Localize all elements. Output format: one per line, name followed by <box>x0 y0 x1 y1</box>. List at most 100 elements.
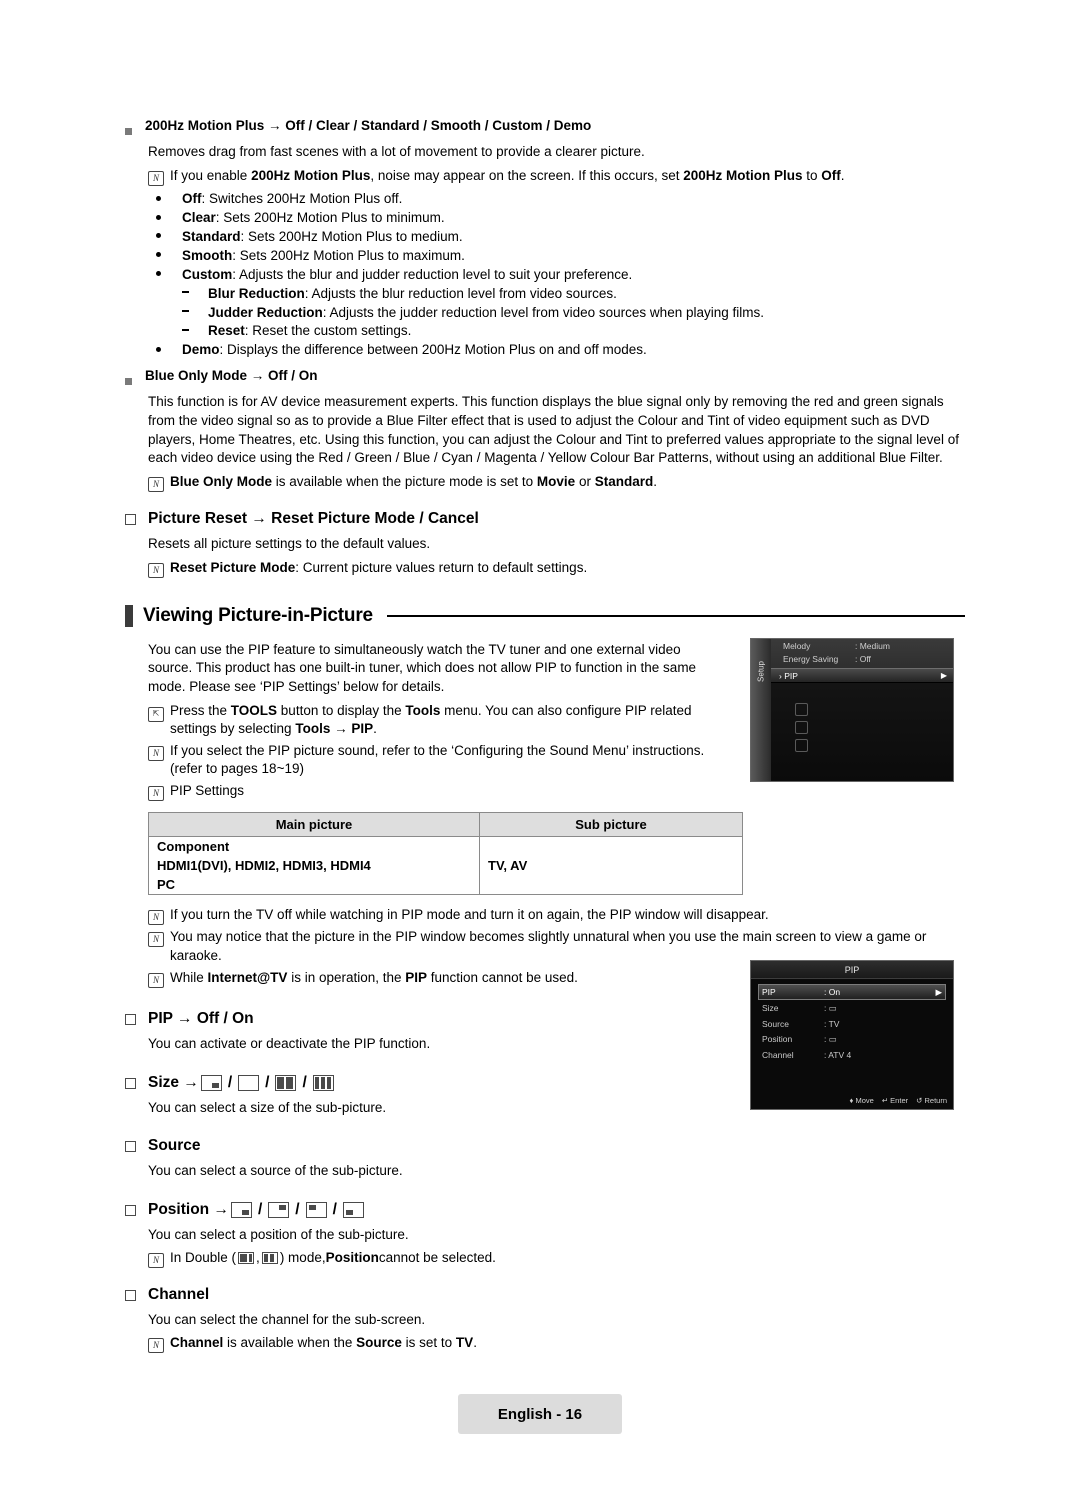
osd-menu: Melody : Medium Energy Saving : Off › PI… <box>771 639 953 781</box>
note-text: Press the TOOLS button to display the To… <box>170 702 692 737</box>
osd-row-key: PIP <box>762 986 776 997</box>
osd-row-key: Size <box>762 1002 779 1013</box>
open-square-bullet-icon <box>125 1286 148 1304</box>
channel-body: You can select the channel for the sub-s… <box>148 1312 426 1328</box>
osd-row-value: : ▭ <box>824 1002 837 1013</box>
open-square-bullet-icon <box>125 1074 148 1092</box>
note-text: If you select the PIP picture sound, ref… <box>170 742 705 777</box>
osd-setup-tab: Setup <box>751 639 771 781</box>
osd-icon <box>795 703 808 716</box>
sub-heading-source: Source <box>125 1137 965 1155</box>
section-blue-only-heading: Blue Only Mode → Off / On <box>125 368 965 388</box>
dash-bullet-icon <box>174 285 208 304</box>
dot-bullet-icon <box>148 209 182 228</box>
list-item: Standard: Sets 200Hz Motion Plus to medi… <box>148 228 965 247</box>
sub-list-item-text: Reset: Reset the custom settings. <box>208 323 412 339</box>
size-option-double2-icon <box>275 1074 297 1091</box>
note-icon: N <box>148 1334 170 1354</box>
open-square-bullet-icon <box>125 1010 148 1028</box>
note-pip-settings: N PIP Settings <box>148 782 725 802</box>
osd-pip-row-position[interactable]: Position : ▭ <box>758 1031 946 1047</box>
note-text: Reset Picture Mode: Current picture valu… <box>170 560 588 576</box>
page-number-label: English - 16 <box>497 1405 583 1423</box>
osd-row-key: Energy Saving <box>783 654 839 664</box>
osd-pip-row-source[interactable]: Source : TV <box>758 1016 946 1031</box>
note-icon: N <box>148 167 170 187</box>
square-bullet-icon <box>125 118 145 138</box>
sub-list-item: Judder Reduction: Adjusts the judder red… <box>174 304 965 323</box>
sub-list-item-text: Judder Reduction: Adjusts the judder red… <box>208 304 764 320</box>
size-option-double3-icon <box>312 1074 334 1091</box>
sub-heading-channel: Channel <box>125 1286 965 1304</box>
double2-icon <box>238 1251 255 1264</box>
section-title-text: Viewing Picture-in-Picture <box>143 604 373 626</box>
osd-row-key: Channel <box>762 1049 794 1060</box>
osd-row-value: : On <box>824 986 841 997</box>
position-bottom-right-icon <box>230 1202 252 1219</box>
osd-screenshot-pip: PIP PIP : On ▶ Size : ▭ Source : TV Posi… <box>750 960 954 1110</box>
section-title-marker <box>125 604 133 627</box>
position-bottom-left-icon <box>342 1202 364 1219</box>
note-text: Channel is available when the Source is … <box>170 1334 477 1350</box>
osd-pip-footer: ♦ Move ↵ Enter ↺ Return <box>850 1096 947 1105</box>
section-200hz-heading: 200Hz Motion Plus → Off / Clear / Standa… <box>125 118 965 138</box>
position-label: Position → <box>148 1201 229 1219</box>
osd-pip-row-size[interactable]: Size : ▭ <box>758 1000 946 1016</box>
note-text: Blue Only Mode is available when the pic… <box>170 473 657 489</box>
sub-heading-text: Channel <box>148 1286 210 1304</box>
sub-heading-text: Position → / / / <box>148 1201 366 1219</box>
note-icon: N <box>148 928 170 948</box>
document-page: 200Hz Motion Plus → Off / Clear / Standa… <box>0 0 1080 1488</box>
list-item: Demo: Displays the difference between 20… <box>148 341 965 360</box>
list-item-text: Clear: Sets 200Hz Motion Plus to minimum… <box>182 210 445 226</box>
osd-pip-row-channel[interactable]: Channel : ATV 4 <box>758 1047 946 1062</box>
sub-heading-picture-reset: Picture Reset → Reset Picture Mode / Can… <box>125 510 965 528</box>
dot-bullet-icon <box>148 190 182 209</box>
note-pip-off-on: N If you turn the TV off while watching … <box>148 906 965 926</box>
section-divider <box>386 614 965 617</box>
dot-bullet-icon <box>148 341 182 360</box>
osd-row-melody: Melody : Medium <box>771 639 953 652</box>
source-body: You can select a source of the sub-pictu… <box>148 1163 403 1179</box>
open-square-bullet-icon <box>125 1137 148 1155</box>
dot-bullet-icon <box>148 266 182 285</box>
size-option-large-icon <box>238 1074 260 1091</box>
osd-pip-row-pip[interactable]: PIP : On ▶ <box>758 984 946 1000</box>
note-icon: N <box>148 742 170 762</box>
table-header-row: Main picture Sub picture <box>148 811 743 837</box>
osd-icon <box>795 739 808 752</box>
osd-row-key: Source <box>762 1018 789 1029</box>
osd-footer-enter: ↵ Enter <box>881 1096 909 1105</box>
osd-pip-title: PIP <box>751 961 953 979</box>
cell-sub-picture: TV, AV <box>479 836 743 895</box>
table-header-main: Main picture <box>148 811 480 837</box>
heading-200hz: 200Hz Motion Plus → Off / Clear / Standa… <box>145 118 592 133</box>
pip-intro: You can use the PIP feature to simultane… <box>148 641 697 694</box>
dash-bullet-icon <box>174 322 208 341</box>
note-icon: N <box>148 969 170 989</box>
note-position-double: N In Double ( , ) mode, Position cannot … <box>148 1249 965 1269</box>
list-item-text: Custom: Adjusts the blur and judder redu… <box>182 266 633 282</box>
osd-row-pip[interactable]: › PIP ▶ <box>771 668 953 683</box>
position-body: You can select a position of the sub-pic… <box>148 1227 409 1243</box>
sub-heading-text: Source <box>148 1137 201 1155</box>
sub-heading-text: PIP → Off / On <box>148 1010 254 1028</box>
note-text: If you turn the TV off while watching in… <box>170 906 769 922</box>
note-text: While Internet@TV is in operation, the P… <box>170 969 578 985</box>
open-square-bullet-icon <box>125 510 148 528</box>
note-icon: N <box>148 906 170 926</box>
osd-screenshot-tools: Setup Melody : Medium Energy Saving : Of… <box>750 638 954 782</box>
size-label: Size → <box>148 1073 199 1091</box>
blue-only-body: This function is for AV device measureme… <box>148 394 959 466</box>
list-item-text: Off: Switches 200Hz Motion Plus off. <box>182 191 403 207</box>
sub-heading-text: Picture Reset → Reset Picture Mode / Can… <box>148 510 479 528</box>
tools-icon: ⇱ <box>148 702 170 722</box>
note-pip-tools: ⇱ Press the TOOLS button to display the … <box>148 702 725 739</box>
osd-row-energy-saving: Energy Saving : Off <box>771 652 953 665</box>
size-option-small-icon <box>200 1074 222 1091</box>
osd-icon <box>795 721 808 734</box>
osd-pip-body: PIP : On ▶ Size : ▭ Source : TV Position… <box>751 979 953 1062</box>
list-item: Clear: Sets 200Hz Motion Plus to minimum… <box>148 209 965 228</box>
chevron-right-icon: ▶ <box>935 986 942 997</box>
osd-row-value: : ATV 4 <box>824 1049 852 1060</box>
